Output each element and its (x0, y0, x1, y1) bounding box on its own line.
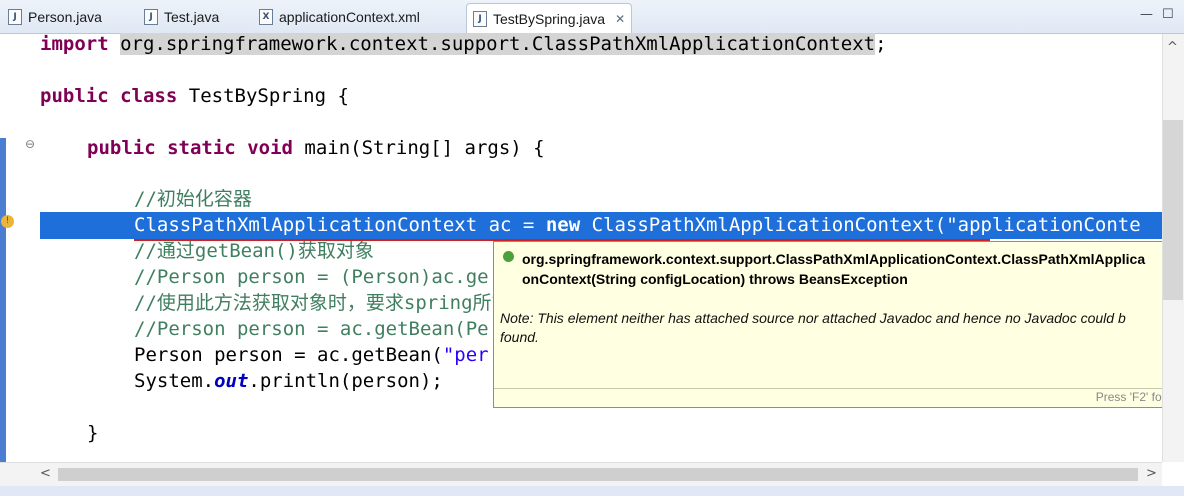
javadoc-note: Note: This element neither has attached … (500, 309, 1184, 347)
code-text: .println(person); (248, 370, 443, 392)
java-file-icon: J (473, 11, 487, 27)
signature-line: onContext(String configLocation) throws … (522, 271, 908, 287)
scroll-left-icon[interactable]: < (40, 466, 51, 481)
maximize-icon[interactable]: ☐ (1162, 7, 1174, 22)
keyword: void (247, 137, 293, 159)
quick-fix-lightbulb-icon[interactable]: ! (1, 215, 14, 228)
code-line-class-decl[interactable]: public class TestBySpring { (40, 83, 349, 109)
keyword: class (120, 85, 178, 107)
code-text: Person person = ac.getBean( (134, 344, 443, 366)
keyword: static (167, 137, 236, 159)
method-signature: org.springframework.context.support.Clas… (522, 249, 1182, 289)
code-text: ClassPathXmlApplicationContext ac = (134, 214, 546, 236)
keyword: import (40, 33, 109, 55)
javadoc-hover-popup[interactable]: org.springframework.context.support.Clas… (493, 241, 1184, 408)
note-line: found. (500, 329, 539, 345)
code-line-comment[interactable]: //使用此方法获取对象时，要求spring所管 (134, 290, 511, 316)
code-text: ; (875, 33, 887, 55)
tab-person-java[interactable]: J Person.java (8, 5, 102, 29)
code-text: main(String[] args) { (304, 137, 545, 159)
xml-file-icon: X (259, 9, 273, 25)
tab-application-context-xml[interactable]: X applicationContext.xml (259, 5, 420, 29)
bottom-border (0, 486, 1184, 496)
horizontal-scroll-thumb[interactable] (58, 468, 1138, 481)
code-line-selected[interactable]: ClassPathXmlApplicationContext ac = new … (134, 212, 1141, 238)
java-file-icon: J (144, 9, 158, 25)
tab-testbyspring-java[interactable]: J TestBySpring.java ✕ (466, 3, 633, 34)
keyword: public (40, 85, 109, 107)
vertical-scroll-thumb[interactable] (1163, 120, 1183, 300)
keyword: public (87, 137, 156, 159)
code-line-comment[interactable]: //Person person = (Person)ac.ge (134, 264, 489, 290)
string-literal: "applicationConte (946, 214, 1141, 236)
tab-label: TestBySpring.java (493, 11, 606, 27)
code-line-comment[interactable]: //Person person = ac.getBean(Pe (134, 316, 489, 342)
fold-collapse-icon[interactable]: ⊖ (25, 137, 35, 151)
note-line: Note: This element neither has attached … (500, 310, 1126, 326)
code-line-closing-brace[interactable]: } (87, 420, 98, 446)
change-ruler-mark (0, 138, 6, 478)
code-line-comment[interactable]: //初始化容器 (134, 186, 252, 212)
minimize-icon[interactable]: — (1140, 7, 1153, 22)
editor-tab-bar: J Person.java J Test.java X applicationC… (0, 0, 1184, 34)
string-literal: "per (442, 344, 489, 366)
code-text: ClassPathXmlApplicationContext( (580, 214, 947, 236)
popup-divider (494, 388, 1184, 389)
scroll-up-icon[interactable]: ^ (1167, 40, 1178, 55)
scroll-right-icon[interactable]: > (1146, 466, 1157, 481)
constructor-icon (503, 251, 514, 262)
tab-test-java[interactable]: J Test.java (144, 5, 219, 29)
code-text: System. (134, 370, 215, 392)
signature-line: org.springframework.context.support.Clas… (522, 251, 1146, 267)
close-tab-icon[interactable]: ✕ (615, 12, 625, 26)
tab-label: Test.java (164, 9, 220, 25)
tab-label: Person.java (28, 9, 102, 25)
code-line-comment[interactable]: //通过getBean()获取对象 (134, 238, 374, 264)
code-text: TestBySpring { (188, 85, 349, 107)
tab-label: applicationContext.xml (279, 9, 420, 25)
static-field: out (214, 370, 249, 392)
code-line-main-decl[interactable]: public static void main(String[] args) { (87, 135, 545, 161)
code-line-println[interactable]: System.out.println(person); (134, 368, 443, 394)
import-package: org.springframework.context.support.Clas… (120, 33, 876, 55)
code-line-getbean[interactable]: Person person = ac.getBean("per (134, 342, 489, 368)
java-file-icon: J (8, 9, 22, 25)
keyword: new (545, 214, 581, 236)
code-line-import[interactable]: import org.springframework.context.suppo… (40, 31, 887, 57)
